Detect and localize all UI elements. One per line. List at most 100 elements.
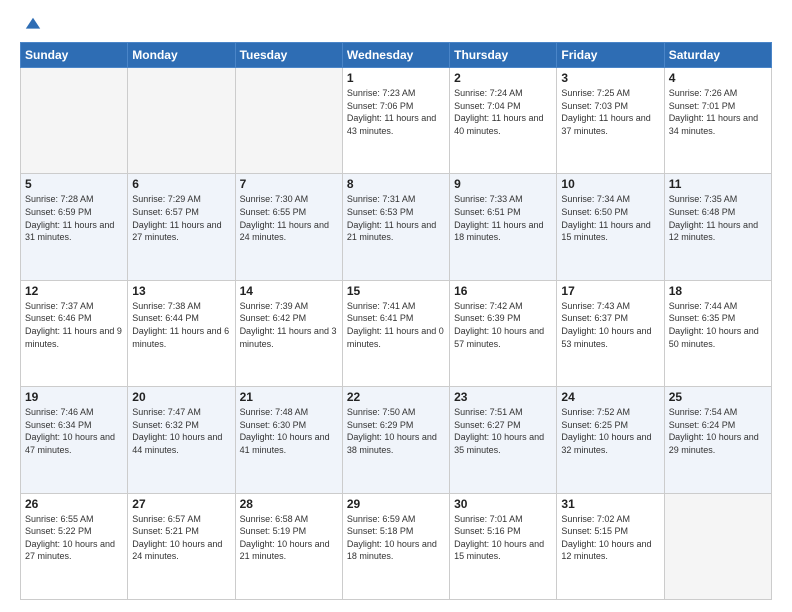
day-info: Sunrise: 6:59 AM Sunset: 5:18 PM Dayligh…	[347, 513, 445, 563]
calendar-cell: 31 Sunrise: 7:02 AM Sunset: 5:15 PM Dayli…	[557, 493, 664, 599]
day-info: Sunrise: 7:02 AM Sunset: 5:15 PM Dayligh…	[561, 513, 659, 563]
calendar-cell: 15 Sunrise: 7:41 AM Sunset: 6:41 PM Dayli…	[342, 280, 449, 386]
calendar-day-header: Monday	[128, 43, 235, 68]
calendar-cell: 17 Sunrise: 7:43 AM Sunset: 6:37 PM Dayli…	[557, 280, 664, 386]
day-info: Sunrise: 7:54 AM Sunset: 6:24 PM Dayligh…	[669, 406, 767, 456]
day-info: Sunrise: 7:44 AM Sunset: 6:35 PM Dayligh…	[669, 300, 767, 350]
day-number: 3	[561, 71, 659, 85]
day-info: Sunrise: 7:34 AM Sunset: 6:50 PM Dayligh…	[561, 193, 659, 243]
calendar-cell: 14 Sunrise: 7:39 AM Sunset: 6:42 PM Dayli…	[235, 280, 342, 386]
calendar-cell: 24 Sunrise: 7:52 AM Sunset: 6:25 PM Dayli…	[557, 387, 664, 493]
calendar-week-row: 12 Sunrise: 7:37 AM Sunset: 6:46 PM Dayli…	[21, 280, 772, 386]
day-number: 16	[454, 284, 552, 298]
calendar-cell: 8 Sunrise: 7:31 AM Sunset: 6:53 PM Daylig…	[342, 174, 449, 280]
day-number: 12	[25, 284, 123, 298]
calendar-week-row: 1 Sunrise: 7:23 AM Sunset: 7:06 PM Daylig…	[21, 68, 772, 174]
calendar-cell: 26 Sunrise: 6:55 AM Sunset: 5:22 PM Dayli…	[21, 493, 128, 599]
day-number: 20	[132, 390, 230, 404]
calendar-cell: 28Sunrise: 6:58 AM Sunset: 5:19 PM Dayli…	[235, 493, 342, 599]
calendar-cell: 16 Sunrise: 7:42 AM Sunset: 6:39 PM Dayli…	[450, 280, 557, 386]
day-number: 28	[240, 497, 338, 511]
calendar-day-header: Thursday	[450, 43, 557, 68]
day-number: 27	[132, 497, 230, 511]
day-info: Sunrise: 7:23 AM Sunset: 7:06 PM Dayligh…	[347, 87, 445, 137]
day-number: 9	[454, 177, 552, 191]
calendar-cell: 23Sunrise: 7:51 AM Sunset: 6:27 PM Dayli…	[450, 387, 557, 493]
calendar-cell: 30Sunrise: 7:01 AM Sunset: 5:16 PM Dayli…	[450, 493, 557, 599]
day-info: Sunrise: 7:39 AM Sunset: 6:42 PM Dayligh…	[240, 300, 338, 350]
day-number: 21	[240, 390, 338, 404]
day-info: Sunrise: 7:43 AM Sunset: 6:37 PM Dayligh…	[561, 300, 659, 350]
calendar-cell: 9 Sunrise: 7:33 AM Sunset: 6:51 PM Daylig…	[450, 174, 557, 280]
day-number: 19	[25, 390, 123, 404]
calendar-cell: 20 Sunrise: 7:47 AM Sunset: 6:32 PM Dayli…	[128, 387, 235, 493]
day-number: 22	[347, 390, 445, 404]
calendar-cell: 25 Sunrise: 7:54 AM Sunset: 6:24 PM Dayli…	[664, 387, 771, 493]
calendar-cell: 12 Sunrise: 7:37 AM Sunset: 6:46 PM Dayli…	[21, 280, 128, 386]
day-info: Sunrise: 7:47 AM Sunset: 6:32 PM Dayligh…	[132, 406, 230, 456]
day-info: Sunrise: 7:52 AM Sunset: 6:25 PM Dayligh…	[561, 406, 659, 456]
calendar-cell: 13Sunrise: 7:38 AM Sunset: 6:44 PM Dayli…	[128, 280, 235, 386]
day-info: Sunrise: 7:28 AM Sunset: 6:59 PM Dayligh…	[25, 193, 123, 243]
day-number: 14	[240, 284, 338, 298]
calendar-cell: 3Sunrise: 7:25 AM Sunset: 7:03 PM Daylig…	[557, 68, 664, 174]
day-info: Sunrise: 7:29 AM Sunset: 6:57 PM Dayligh…	[132, 193, 230, 243]
calendar-cell: 1 Sunrise: 7:23 AM Sunset: 7:06 PM Daylig…	[342, 68, 449, 174]
day-info: Sunrise: 7:26 AM Sunset: 7:01 PM Dayligh…	[669, 87, 767, 137]
calendar-cell: 11Sunrise: 7:35 AM Sunset: 6:48 PM Dayli…	[664, 174, 771, 280]
calendar-cell: 21 Sunrise: 7:48 AM Sunset: 6:30 PM Dayli…	[235, 387, 342, 493]
calendar-cell: 18 Sunrise: 7:44 AM Sunset: 6:35 PM Dayli…	[664, 280, 771, 386]
logo-icon	[24, 16, 42, 34]
calendar-cell: 10 Sunrise: 7:34 AM Sunset: 6:50 PM Dayli…	[557, 174, 664, 280]
day-info: Sunrise: 7:41 AM Sunset: 6:41 PM Dayligh…	[347, 300, 445, 350]
day-info: Sunrise: 7:37 AM Sunset: 6:46 PM Dayligh…	[25, 300, 123, 350]
day-info: Sunrise: 7:48 AM Sunset: 6:30 PM Dayligh…	[240, 406, 338, 456]
calendar-week-row: 19Sunrise: 7:46 AM Sunset: 6:34 PM Dayli…	[21, 387, 772, 493]
day-info: Sunrise: 7:42 AM Sunset: 6:39 PM Dayligh…	[454, 300, 552, 350]
day-number: 29	[347, 497, 445, 511]
calendar-cell: 29 Sunrise: 6:59 AM Sunset: 5:18 PM Dayli…	[342, 493, 449, 599]
day-info: Sunrise: 6:57 AM Sunset: 5:21 PM Dayligh…	[132, 513, 230, 563]
calendar-cell: 6Sunrise: 7:29 AM Sunset: 6:57 PM Daylig…	[128, 174, 235, 280]
calendar-cell	[235, 68, 342, 174]
calendar-cell: 27 Sunrise: 6:57 AM Sunset: 5:21 PM Dayli…	[128, 493, 235, 599]
day-number: 31	[561, 497, 659, 511]
logo	[20, 16, 42, 34]
day-number: 5	[25, 177, 123, 191]
calendar-week-row: 5 Sunrise: 7:28 AM Sunset: 6:59 PM Daylig…	[21, 174, 772, 280]
calendar-cell: 19Sunrise: 7:46 AM Sunset: 6:34 PM Dayli…	[21, 387, 128, 493]
calendar-day-header: Sunday	[21, 43, 128, 68]
calendar-cell	[128, 68, 235, 174]
day-number: 25	[669, 390, 767, 404]
calendar-cell: 2Sunrise: 7:24 AM Sunset: 7:04 PM Daylig…	[450, 68, 557, 174]
day-number: 10	[561, 177, 659, 191]
calendar-cell	[21, 68, 128, 174]
day-info: Sunrise: 7:33 AM Sunset: 6:51 PM Dayligh…	[454, 193, 552, 243]
day-info: Sunrise: 6:55 AM Sunset: 5:22 PM Dayligh…	[25, 513, 123, 563]
calendar-week-row: 26 Sunrise: 6:55 AM Sunset: 5:22 PM Dayli…	[21, 493, 772, 599]
day-info: Sunrise: 7:30 AM Sunset: 6:55 PM Dayligh…	[240, 193, 338, 243]
day-number: 23	[454, 390, 552, 404]
day-number: 26	[25, 497, 123, 511]
calendar-cell: 7Sunrise: 7:30 AM Sunset: 6:55 PM Daylig…	[235, 174, 342, 280]
day-number: 24	[561, 390, 659, 404]
day-info: Sunrise: 7:01 AM Sunset: 5:16 PM Dayligh…	[454, 513, 552, 563]
page: SundayMondayTuesdayWednesdayThursdayFrid…	[0, 0, 792, 612]
day-number: 18	[669, 284, 767, 298]
calendar-day-header: Saturday	[664, 43, 771, 68]
day-info: Sunrise: 7:38 AM Sunset: 6:44 PM Dayligh…	[132, 300, 230, 350]
day-number: 15	[347, 284, 445, 298]
calendar-cell: 4 Sunrise: 7:26 AM Sunset: 7:01 PM Daylig…	[664, 68, 771, 174]
calendar-cell: 22Sunrise: 7:50 AM Sunset: 6:29 PM Dayli…	[342, 387, 449, 493]
day-info: Sunrise: 7:35 AM Sunset: 6:48 PM Dayligh…	[669, 193, 767, 243]
day-number: 8	[347, 177, 445, 191]
day-number: 17	[561, 284, 659, 298]
header	[20, 16, 772, 34]
day-number: 2	[454, 71, 552, 85]
day-info: Sunrise: 7:31 AM Sunset: 6:53 PM Dayligh…	[347, 193, 445, 243]
day-number: 1	[347, 71, 445, 85]
calendar-cell: 5 Sunrise: 7:28 AM Sunset: 6:59 PM Daylig…	[21, 174, 128, 280]
day-number: 4	[669, 71, 767, 85]
calendar-table: SundayMondayTuesdayWednesdayThursdayFrid…	[20, 42, 772, 600]
calendar-header-row: SundayMondayTuesdayWednesdayThursdayFrid…	[21, 43, 772, 68]
